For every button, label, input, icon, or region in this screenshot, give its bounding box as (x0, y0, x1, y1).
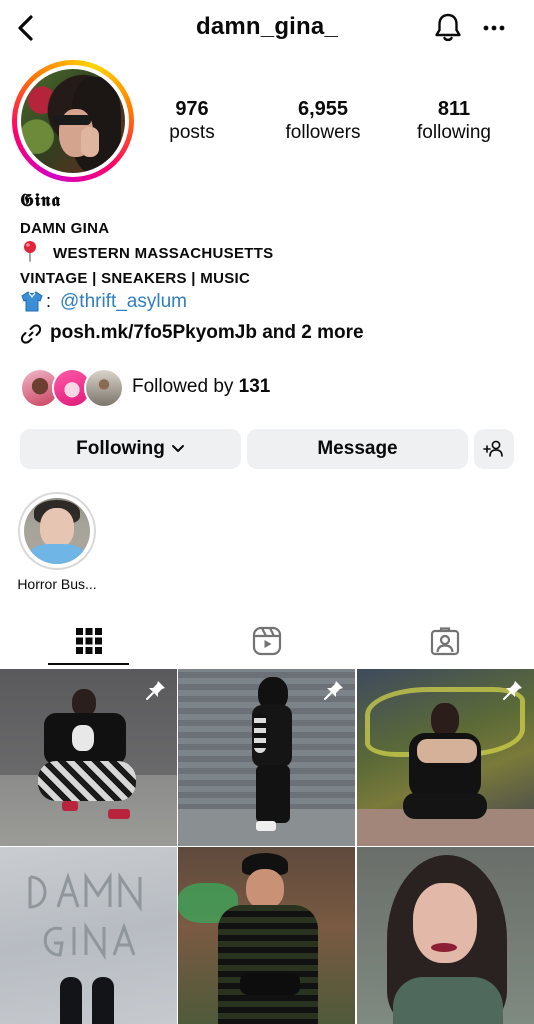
bio-name-line: DAMN GINA (20, 220, 110, 237)
tagged-person-icon (430, 627, 460, 656)
display-name: 𝕲𝖎𝖓𝖆 (20, 190, 61, 211)
back-button[interactable] (14, 12, 38, 44)
tshirt-icon (21, 291, 43, 312)
stat-posts-value: 976 (175, 98, 209, 120)
bell-icon (435, 13, 461, 42)
message-button-label: Message (317, 438, 398, 459)
following-button-label: Following (76, 438, 165, 459)
story-highlight[interactable] (18, 492, 96, 570)
snow-writing-image (28, 872, 142, 961)
bio-location: WESTERN MASSACHUSETTS (53, 245, 274, 262)
post-thumbnail[interactable] (357, 669, 534, 846)
following-button[interactable]: Following (20, 429, 241, 469)
round-pushpin-icon (24, 241, 36, 262)
pinned-icon (503, 681, 522, 700)
stat-posts-label: posts (169, 122, 215, 143)
link-icon (20, 324, 42, 344)
post-thumbnail[interactable] (0, 669, 177, 846)
mutual-followers-avatars[interactable] (20, 368, 124, 408)
followed-by-prefix: Followed by (132, 376, 239, 397)
tab-reels[interactable] (178, 614, 356, 668)
bio-tagline: VINTAGE | SNEAKERS | MUSIC (20, 270, 251, 287)
top-bar: damn_gina_ (0, 0, 534, 56)
tab-posts-grid[interactable] (0, 614, 178, 668)
chevron-down-icon (171, 445, 184, 452)
avatar-frame (17, 65, 129, 177)
story-highlight-cover (24, 498, 90, 564)
post-thumbnail[interactable] (357, 847, 534, 1024)
stat-followers-value: 6,955 (297, 98, 349, 120)
stat-followers[interactable]: 6,955 followers (258, 98, 388, 146)
followed-by-text[interactable]: Followed by 131 (132, 376, 270, 398)
bio-mention-link[interactable]: @thrift_asylum (60, 291, 187, 313)
suggested-users-button[interactable] (474, 429, 514, 469)
more-options-button[interactable] (480, 16, 508, 40)
notifications-button[interactable] (432, 10, 464, 44)
followed-by-count: 131 (238, 376, 271, 397)
pinned-icon (324, 681, 343, 700)
posts-grid (0, 669, 534, 1024)
add-user-icon (483, 440, 503, 457)
mutual-follower-avatar (84, 368, 124, 408)
stat-posts[interactable]: 976 posts (127, 98, 257, 146)
stat-following-label: following (417, 122, 491, 143)
profile-tabs (0, 614, 534, 668)
bio-external-link[interactable]: posh.mk/7fo5PkyomJb and 2 more (50, 322, 364, 344)
stat-followers-label: followers (285, 122, 361, 143)
post-thumbnail[interactable] (178, 669, 355, 846)
reels-icon (252, 626, 282, 656)
stat-following[interactable]: 811 following (389, 98, 519, 146)
post-thumbnail[interactable] (178, 847, 355, 1024)
grid-icon (76, 628, 102, 654)
more-horizontal-icon (483, 25, 505, 31)
avatar (21, 69, 125, 173)
active-tab-indicator (48, 663, 129, 665)
profile-avatar-story-ring[interactable] (12, 60, 134, 182)
bio-colon: : (46, 291, 52, 311)
pinned-icon (146, 681, 165, 700)
post-thumbnail[interactable] (0, 847, 177, 1024)
stat-following-value: 811 (437, 98, 471, 120)
chevron-left-icon (18, 15, 33, 41)
story-highlight-label[interactable]: Horror Bus... (0, 576, 114, 592)
tab-tagged[interactable] (356, 614, 534, 668)
message-button[interactable]: Message (247, 429, 468, 469)
